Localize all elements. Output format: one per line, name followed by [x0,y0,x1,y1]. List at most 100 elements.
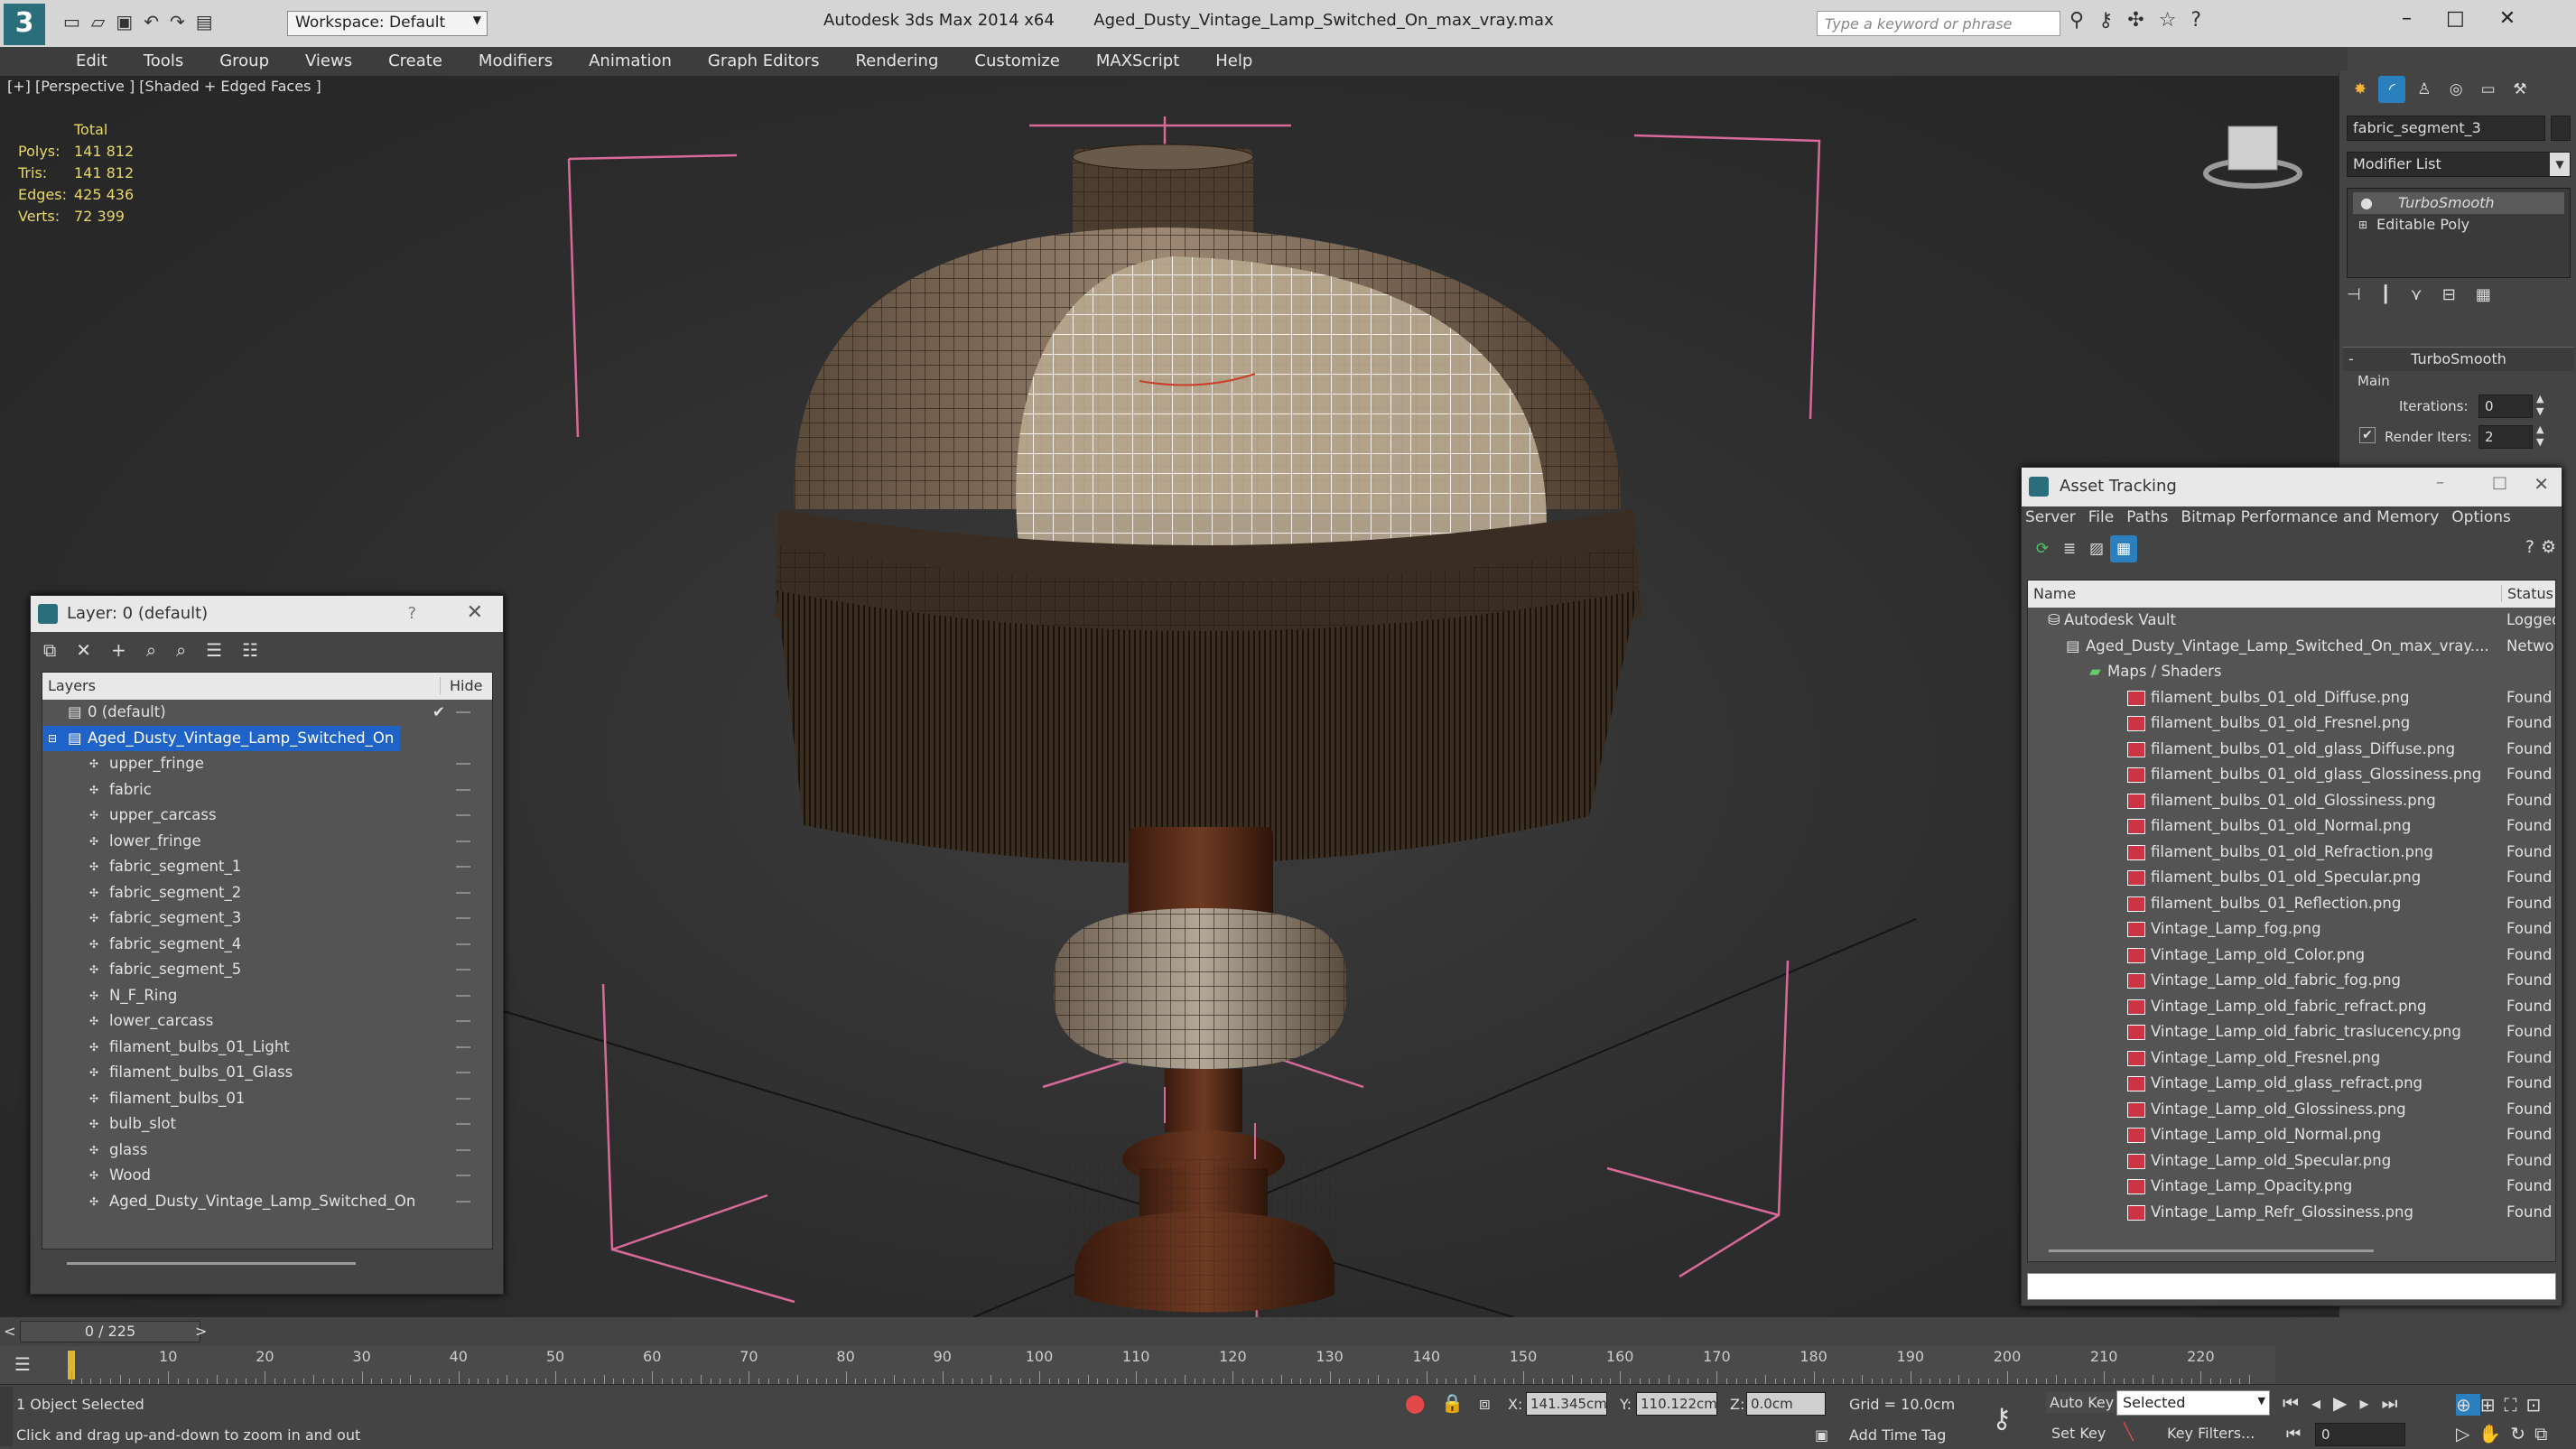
active-check-icon[interactable]: ✔ [432,700,445,726]
layer-child-row[interactable]: ✣ filament_bulbs_01 [42,1086,492,1112]
hide-toggle[interactable] [456,763,470,765]
lock-selection-icon[interactable]: 🔒 [1441,1392,1464,1414]
menu-help[interactable]: Help [1197,47,1270,76]
zoom-extents-all-icon[interactable]: ⊡ [2526,1394,2551,1416]
open-file-icon[interactable]: ▱ [91,11,116,33]
layer-child-row[interactable]: ✣ lower_carcass [42,1008,492,1035]
hide-toggle[interactable] [456,711,470,713]
layer-child-row[interactable]: ✣ lower_fringe [42,829,492,855]
hide-toggle[interactable] [456,1148,470,1151]
asset-file-row[interactable]: Vintage_Lamp_old_Normal.png Found [2028,1122,2555,1148]
hierarchy-tab-icon[interactable]: ♙ [2411,76,2438,103]
track-bar[interactable]: ☰ 10 20 30 40 50 60 70 80 90 100 110 120 130 140 150 16… [0,1346,2275,1384]
asset-row-maps-folder[interactable]: ▰ Maps / Shaders [2028,659,2555,685]
utilities-tab-icon[interactable]: ⚒ [2506,76,2534,103]
hide-toggle[interactable] [456,1045,470,1048]
hide-toggle[interactable] [456,969,470,971]
stack-item-editable-poly[interactable]: ⊞ Editable Poly [2353,214,2564,236]
current-frame-field[interactable]: 0 [2315,1423,2405,1446]
key-mode-toggle-icon[interactable]: ⏮ [2286,1425,2301,1444]
hide-toggle[interactable] [456,994,470,997]
dialog-titlebar[interactable]: Layer: 0 (default) ? ✕ [31,596,503,632]
search-input[interactable]: Type a keyword or phrase [1825,15,2012,33]
menu-maxscript[interactable]: MAXScript [1078,47,1197,76]
key-filters-button[interactable]: Key Filters... [2167,1425,2255,1442]
expand-icon[interactable]: ⊞ [2358,214,2367,236]
auto-key-button[interactable]: Auto Key [2046,1392,2118,1413]
modifier-list-dropdown[interactable]: Modifier List ▼ [2347,152,2571,177]
rollout-header[interactable]: - TurboSmooth [2343,348,2574,371]
asset-row-vault[interactable]: ⛁ Autodesk Vault Logged [2028,608,2555,634]
hide-toggle[interactable] [456,1175,470,1176]
column-status[interactable]: Status [2501,585,2553,602]
motion-tab-icon[interactable]: ◎ [2442,76,2469,103]
add-selection-icon[interactable]: + [111,639,146,661]
asset-file-row[interactable]: filament_bulbs_01_old_Diffuse.png Found [2028,685,2555,711]
thumbnail-icon[interactable]: ▨ [2083,535,2110,562]
menu-group[interactable]: Group [201,47,287,76]
asset-file-row[interactable]: filament_bulbs_01_old_Fresnel.png Found [2028,711,2555,737]
stack-item-turbosmooth[interactable]: ● TurboSmooth [2353,192,2564,214]
display-tab-icon[interactable]: ▭ [2475,76,2502,103]
z-coordinate-field[interactable]: 0.0cm [1746,1392,1826,1416]
close-icon[interactable]: ✕ [2534,473,2549,495]
minimize-icon[interactable]: – [2436,473,2444,492]
star-icon[interactable]: ☆ [2159,9,2191,32]
hide-toggle[interactable] [456,840,470,842]
highlight-layer-icon[interactable]: ⌕ [176,639,206,661]
freeze-all-icon[interactable]: ☷ [242,639,278,661]
layer-child-row[interactable]: ✣ fabric_segment_2 [42,880,492,906]
render-iters-checkbox[interactable]: ✔ [2359,427,2376,443]
menu-edit[interactable]: Edit [58,47,126,76]
add-time-tag[interactable]: Add Time Tag [1849,1426,1946,1444]
new-file-icon[interactable]: ▭ [63,11,91,33]
asset-file-row[interactable]: Vintage_Lamp_Refr_Glossiness.png Found [2028,1200,2555,1226]
hide-toggle[interactable] [456,1020,470,1022]
zoom-icon[interactable]: ⊕ [2456,1394,2480,1416]
field-of-view-icon[interactable]: ▷ [2456,1423,2478,1444]
workspace-dropdown[interactable]: Workspace: Default ▼ [287,11,488,36]
asset-path-field[interactable] [2027,1273,2556,1300]
settings-icon[interactable]: ⚙ [2541,537,2556,557]
layer-child-row[interactable]: ✣ Wood [42,1163,492,1189]
horizontal-scrollbar[interactable] [67,1262,356,1265]
lightbulb-icon[interactable]: ● [2360,192,2373,214]
key-icon[interactable]: ⚷ [2098,9,2127,32]
hide-toggle[interactable] [456,1200,470,1203]
asset-file-row[interactable]: Vintage_Lamp_old_Specular.png Found [2028,1148,2555,1175]
set-key-button[interactable]: Set Key [2051,1425,2106,1442]
asset-file-row[interactable]: filament_bulbs_01_old_Glossiness.png Foun… [2028,788,2555,814]
pin-stack-icon[interactable]: ⊣ [2347,285,2381,304]
asset-menu-bitmap[interactable]: Bitmap Performance and Memory [2181,508,2439,526]
project-folder-icon[interactable]: ▤ [196,11,224,33]
layer-child-row[interactable]: ✣ fabric_segment_3 [42,906,492,932]
maximize-icon[interactable]: □ [2492,473,2507,492]
hide-toggle[interactable] [456,814,470,816]
binoculars-icon[interactable]: ⚲ [2069,9,2098,32]
asset-file-row[interactable]: filament_bulbs_01_Reflection.png Found [2028,891,2555,917]
play-icon[interactable]: ▶ [2333,1392,2359,1414]
hide-toggle[interactable] [456,1072,470,1073]
show-end-result-icon[interactable]: ┃ [2381,285,2411,304]
layer-child-row[interactable]: ✣ glass [42,1138,492,1164]
select-in-layer-icon[interactable]: ⌕ [146,639,176,661]
render-iters-spinner[interactable]: 2 [2478,425,2533,449]
orbit-icon[interactable]: ↻ [2510,1423,2534,1444]
search-box[interactable]: Type a keyword or phrase [1817,11,2060,36]
y-coordinate-field[interactable]: 110.122cm [1636,1392,1717,1416]
pan-icon[interactable]: ✋ [2478,1423,2510,1444]
hide-all-icon[interactable]: ☰ [206,639,242,661]
zoom-all-icon[interactable]: ⊞ [2480,1394,2505,1416]
table-view-icon[interactable]: ▦ [2110,535,2137,562]
asset-file-row[interactable]: Vintage_Lamp_old_fabric_fog.png Found [2028,968,2555,994]
menu-customize[interactable]: Customize [956,47,1077,76]
hide-toggle[interactable] [456,943,470,945]
spinner-arrows-icon[interactable]: ▲ ▼ [2536,393,2543,418]
layer-row-selected[interactable]: ⊟ ▤ Aged_Dusty_Vintage_Lamp_Switched_On [42,725,400,751]
hide-toggle[interactable] [456,917,470,919]
layer-child-row[interactable]: ✣ filament_bulbs_01_Light [42,1035,492,1061]
layer-child-row[interactable]: ✣ bulb_slot [42,1111,492,1138]
iterations-spinner[interactable]: 0 [2478,395,2533,418]
list-view-icon[interactable]: ≣ [2056,535,2083,562]
layer-child-row[interactable]: ✣ fabric_segment_5 [42,957,492,983]
